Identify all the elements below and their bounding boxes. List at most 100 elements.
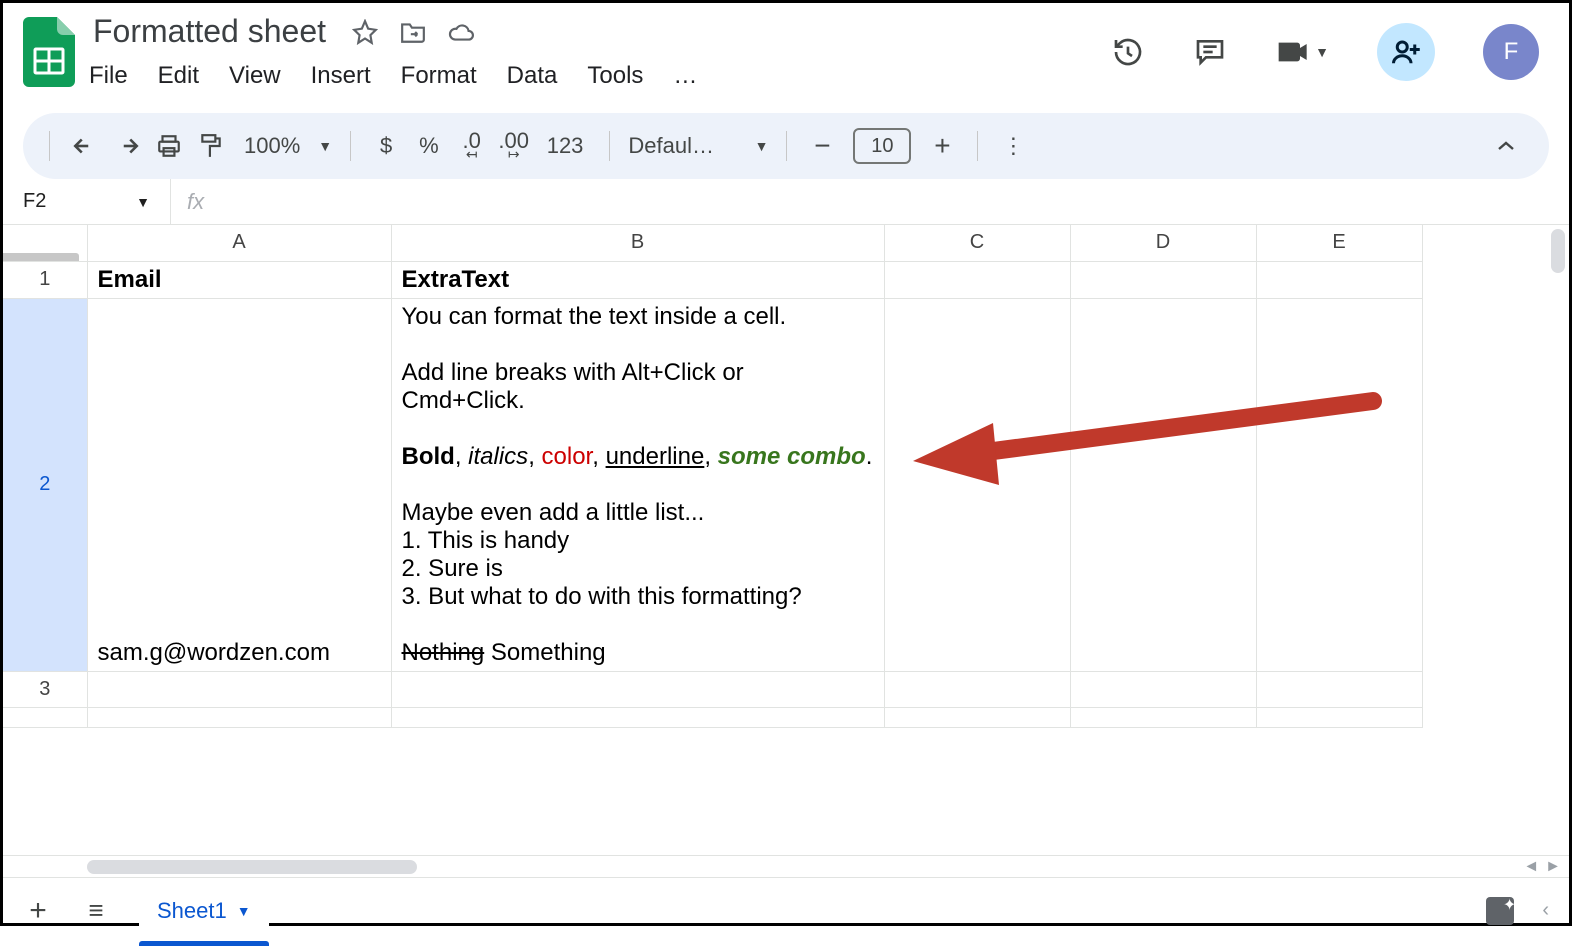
- cell-b2-underline: underline: [606, 443, 705, 470]
- select-all-corner[interactable]: [3, 225, 87, 261]
- decrease-font-size-button[interactable]: −: [805, 126, 839, 166]
- cell-b3[interactable]: [391, 671, 884, 707]
- chevron-down-icon: ▼: [136, 194, 150, 210]
- add-sheet-button[interactable]: +: [23, 896, 53, 926]
- collapse-toolbar-button[interactable]: [1489, 126, 1523, 166]
- cell-b2-line5: Maybe even add a little list...: [402, 499, 874, 527]
- sep: ,: [704, 443, 717, 470]
- more-toolbar-button[interactable]: ⋮: [996, 126, 1030, 166]
- menu-bar: File Edit View Insert Format Data Tools …: [89, 62, 697, 90]
- sep: .: [866, 443, 873, 470]
- paint-format-button[interactable]: [194, 126, 228, 166]
- format-percent-button[interactable]: %: [411, 126, 447, 166]
- document-title[interactable]: Formatted sheet: [89, 11, 330, 52]
- name-box[interactable]: F2 ▼: [3, 179, 171, 224]
- menu-format[interactable]: Format: [401, 62, 477, 90]
- vertical-scrollbar[interactable]: [1547, 225, 1567, 855]
- increase-font-size-button[interactable]: +: [925, 126, 959, 166]
- menu-tools[interactable]: Tools: [587, 62, 643, 90]
- increase-decimal-button[interactable]: .00↦: [497, 126, 531, 166]
- sheet-tab-bar: + ≡ Sheet1 ▼ ‹: [3, 877, 1569, 943]
- cell-b2[interactable]: You can format the text inside a cell. A…: [391, 298, 884, 671]
- sep: ,: [528, 443, 541, 470]
- undo-button[interactable]: [68, 126, 102, 166]
- chevron-down-icon: ▼: [237, 903, 251, 919]
- column-header-a[interactable]: A: [87, 225, 391, 261]
- row-header-3[interactable]: 3: [3, 671, 87, 707]
- menu-more[interactable]: …: [673, 62, 697, 90]
- cell-e1[interactable]: [1256, 261, 1422, 298]
- scroll-left-icon[interactable]: ◄: [1523, 858, 1539, 876]
- row-header-2[interactable]: 2: [3, 298, 87, 671]
- cell-a2[interactable]: sam.g@wordzen.com: [87, 298, 391, 671]
- sheet-tab-sheet1[interactable]: Sheet1 ▼: [139, 890, 269, 932]
- menu-file[interactable]: File: [89, 62, 128, 90]
- font-family-value: Defaul…: [628, 133, 714, 159]
- fx-label: fx: [171, 189, 204, 215]
- cell-c3[interactable]: [884, 671, 1070, 707]
- cell-d1[interactable]: [1070, 261, 1256, 298]
- cell-b1[interactable]: ExtraText: [391, 261, 884, 298]
- cell-b2-line6: 1. This is handy: [402, 527, 874, 555]
- comments-icon[interactable]: [1193, 35, 1227, 69]
- cell-c4[interactable]: [884, 707, 1070, 727]
- sheets-app-icon[interactable]: [23, 17, 75, 87]
- menu-view[interactable]: View: [229, 62, 281, 90]
- row-header-4[interactable]: [3, 707, 87, 727]
- zoom-dropdown[interactable]: 100% ▼: [236, 133, 332, 159]
- column-header-e[interactable]: E: [1256, 225, 1422, 261]
- cell-a3[interactable]: [87, 671, 391, 707]
- cell-a1[interactable]: Email: [87, 261, 391, 298]
- cell-d2[interactable]: [1070, 298, 1256, 671]
- share-button[interactable]: [1377, 23, 1435, 81]
- cell-e2[interactable]: [1256, 298, 1422, 671]
- cell-b2-line7: 2. Sure is: [402, 555, 874, 583]
- cell-d3[interactable]: [1070, 671, 1256, 707]
- cell-b2-line3: Bold, italics, color, underline, some co…: [402, 443, 874, 471]
- scrollbar-thumb[interactable]: [1551, 229, 1565, 273]
- cell-c1[interactable]: [884, 261, 1070, 298]
- cell-a4[interactable]: [87, 707, 391, 727]
- format-currency-button[interactable]: $: [369, 126, 403, 166]
- history-icon[interactable]: [1111, 35, 1145, 69]
- decrease-decimal-button[interactable]: .0↤: [455, 126, 489, 166]
- explore-button[interactable]: [1486, 897, 1514, 925]
- redo-button[interactable]: [110, 126, 144, 166]
- cell-e3[interactable]: [1256, 671, 1422, 707]
- cell-c2[interactable]: [884, 298, 1070, 671]
- sep: ,: [592, 443, 605, 470]
- print-button[interactable]: [152, 126, 186, 166]
- sep: ,: [455, 443, 468, 470]
- cloud-status-icon[interactable]: [448, 19, 474, 45]
- sheet-tab-label: Sheet1: [157, 898, 227, 924]
- row-header-1[interactable]: 1: [3, 261, 87, 298]
- scroll-right-icon[interactable]: ►: [1545, 858, 1561, 876]
- side-panel-toggle-icon[interactable]: ‹: [1542, 899, 1549, 922]
- format-number-button[interactable]: 123: [539, 126, 592, 166]
- column-header-d[interactable]: D: [1070, 225, 1256, 261]
- font-family-dropdown[interactable]: Defaul… ▼: [628, 133, 768, 159]
- spreadsheet-grid[interactable]: A B C D E 1 Email ExtraText 2 sam.g@word…: [3, 225, 1569, 855]
- menu-edit[interactable]: Edit: [158, 62, 199, 90]
- meet-icon[interactable]: ▼: [1275, 35, 1329, 69]
- account-avatar[interactable]: F: [1483, 24, 1539, 80]
- all-sheets-button[interactable]: ≡: [81, 896, 111, 926]
- cell-e4[interactable]: [1256, 707, 1422, 727]
- star-icon[interactable]: [352, 19, 378, 45]
- column-header-b[interactable]: B: [391, 225, 884, 261]
- font-size-input[interactable]: 10: [853, 128, 911, 164]
- horizontal-scrollbar[interactable]: ◄ ►: [3, 855, 1569, 877]
- formula-bar: F2 ▼ fx: [3, 179, 1569, 225]
- menu-data[interactable]: Data: [507, 62, 558, 90]
- cell-b4[interactable]: [391, 707, 884, 727]
- scrollbar-thumb[interactable]: [87, 860, 417, 874]
- zoom-value: 100%: [236, 133, 308, 159]
- toolbar: 100% ▼ $ % .0↤ .00↦ 123 Defaul… ▼ − 10 +…: [23, 113, 1549, 179]
- cell-d4[interactable]: [1070, 707, 1256, 727]
- cell-b2-combo: some combo: [718, 443, 866, 470]
- menu-insert[interactable]: Insert: [311, 62, 371, 90]
- column-header-c[interactable]: C: [884, 225, 1070, 261]
- chevron-down-icon: ▼: [318, 138, 332, 154]
- cell-b2-line10: Nothing Something: [402, 639, 874, 667]
- move-to-folder-icon[interactable]: [400, 19, 426, 45]
